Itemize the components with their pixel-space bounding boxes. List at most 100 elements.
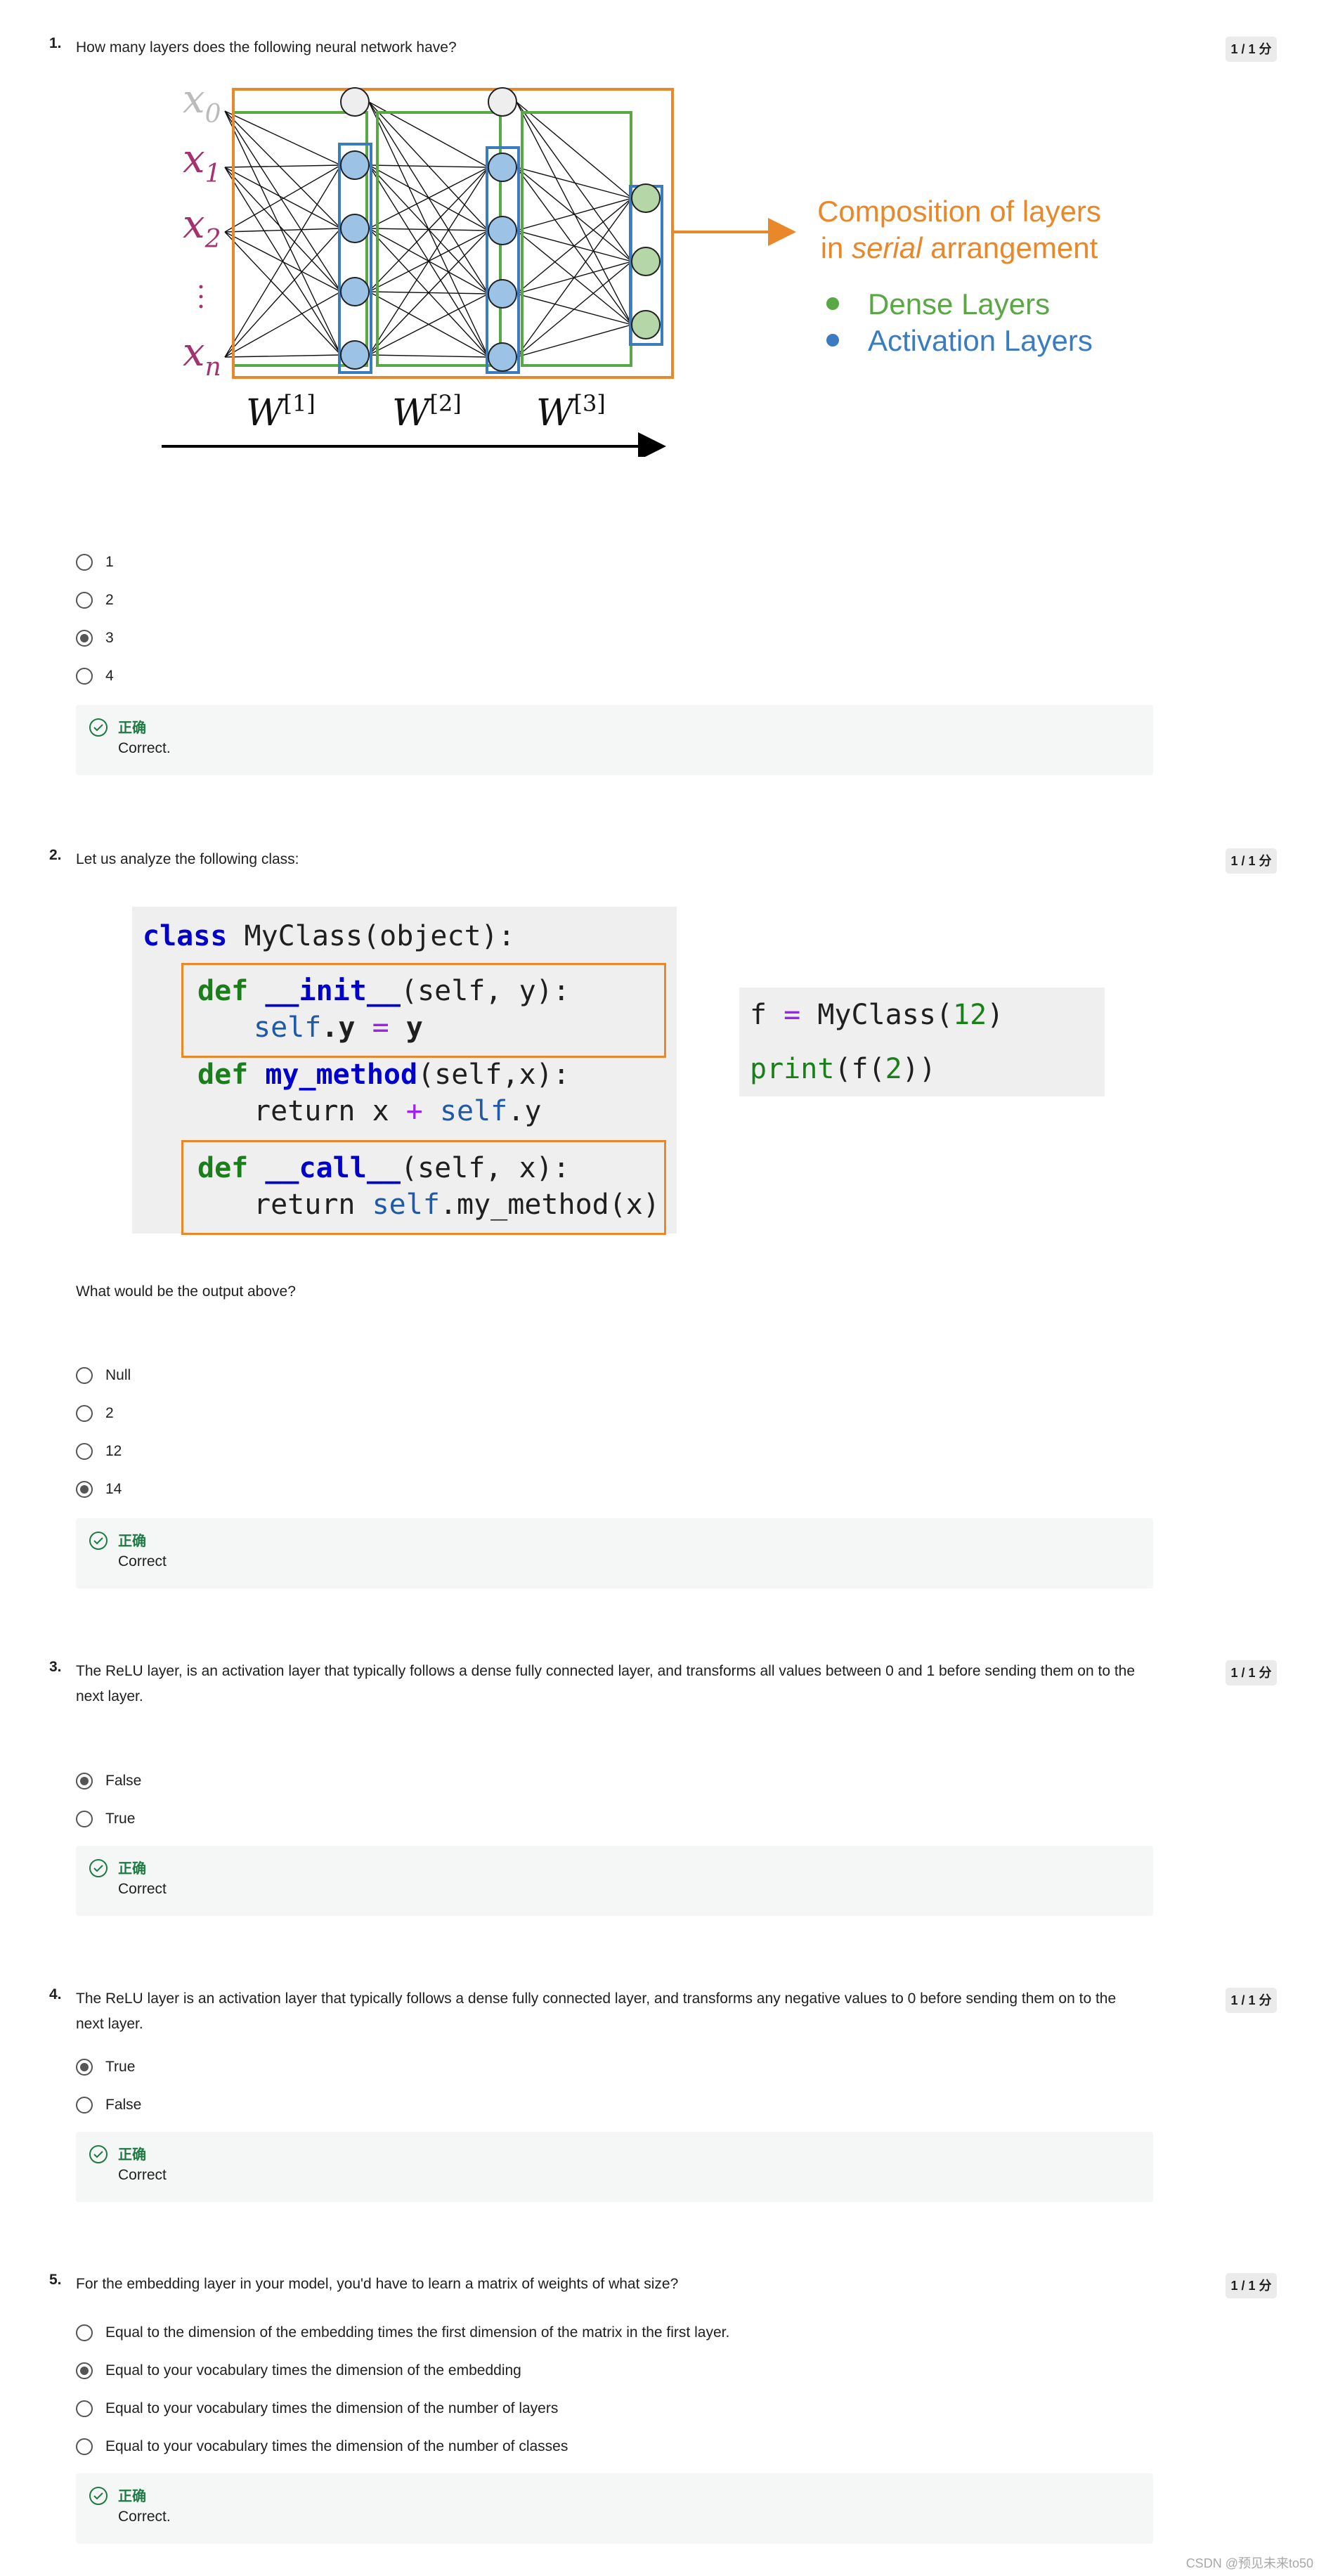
connection-line xyxy=(224,228,342,358)
connection-line xyxy=(516,167,632,199)
option-2[interactable]: 2 xyxy=(76,1399,114,1428)
question-text: For the embedding layer in your model, y… xyxy=(76,2276,679,2292)
feedback-text: Correct xyxy=(118,1553,167,1569)
radio-button[interactable] xyxy=(76,1811,93,1827)
score-badge: 1 / 1 分 xyxy=(1226,2273,1277,2298)
option-12[interactable]: 12 xyxy=(76,1437,122,1465)
connection-line xyxy=(224,167,342,292)
score-badge: 1 / 1 分 xyxy=(1226,848,1277,874)
option-false[interactable]: False xyxy=(76,2091,141,2119)
radio-button-selected[interactable] xyxy=(76,2362,93,2379)
connection-line xyxy=(516,101,632,325)
option-label: 2 xyxy=(105,1405,114,1421)
connection-line xyxy=(368,293,489,356)
connection-line xyxy=(368,167,489,356)
code-line: return x + self.y xyxy=(254,1095,542,1127)
hidden-node xyxy=(340,150,370,180)
feedback-text: Correct xyxy=(118,2167,167,2183)
check-circle-icon xyxy=(89,1859,108,1877)
code-block-class: class MyClass(object): def __init__(self… xyxy=(132,907,677,1235)
hidden-node xyxy=(488,279,517,309)
option-true[interactable]: True xyxy=(76,1805,135,1833)
input-label-x2: x2 xyxy=(183,202,221,254)
legend-activation: Activation Layers xyxy=(868,324,1093,357)
option-1[interactable]: 1 xyxy=(76,548,114,576)
option-label: Equal to your vocabulary times the dimen… xyxy=(105,2400,559,2416)
output-node xyxy=(631,247,661,276)
option-true[interactable]: True xyxy=(76,2053,135,2081)
radio-button-selected[interactable] xyxy=(76,630,93,647)
radio-button-selected[interactable] xyxy=(76,1481,93,1498)
code-line: class MyClass(object): xyxy=(143,920,515,952)
code-line: def my_method(self,x): xyxy=(197,1059,570,1091)
radio-button[interactable] xyxy=(76,1443,93,1460)
output-node xyxy=(631,310,661,339)
code-line: return self.my_method(x) xyxy=(254,1189,660,1221)
option-3[interactable]: 3 xyxy=(76,624,114,652)
option-label: True xyxy=(105,1811,136,1827)
bias-node xyxy=(340,87,370,117)
connection-line xyxy=(368,167,489,229)
option-label: False xyxy=(105,1773,142,1789)
feedback-text: Correct xyxy=(118,1881,167,1897)
code-block-usage: f = MyClass(12) print(f(2)) xyxy=(739,988,1105,1096)
question-text: Let us analyze the following class: xyxy=(76,851,299,867)
feedback-text: Correct. xyxy=(118,2509,171,2525)
question-number: 1. xyxy=(49,35,62,51)
code-line: def __call__(self, x): xyxy=(197,1152,570,1184)
option-null[interactable]: Null xyxy=(76,1361,131,1390)
connection-line xyxy=(224,110,342,356)
option-3[interactable]: Equal to your vocabulary times the dimen… xyxy=(76,2395,558,2423)
radio-button-selected[interactable] xyxy=(76,2059,93,2076)
feedback-box: 正确 Correct xyxy=(76,1846,1153,1916)
radio-button[interactable] xyxy=(76,1367,93,1384)
hidden-node xyxy=(488,153,517,182)
question-number: 4. xyxy=(49,1986,62,2002)
radio-button[interactable] xyxy=(76,2324,93,2341)
caption-line-1: Composition of layers xyxy=(817,195,1101,228)
connection-line xyxy=(516,101,632,199)
question-text: The ReLU layer, is an activation layer t… xyxy=(76,1663,1136,1704)
legend-dot-activation xyxy=(826,334,839,347)
question-number: 2. xyxy=(49,847,62,863)
feedback-title: 正确 xyxy=(118,2147,146,2163)
connection-line xyxy=(368,164,489,168)
radio-button-selected[interactable] xyxy=(76,1773,93,1789)
connection-line xyxy=(368,230,489,356)
feedback-box: 正确 Correct. xyxy=(76,2473,1153,2544)
option-4[interactable]: Equal to your vocabulary times the dimen… xyxy=(76,2433,568,2461)
connection-line xyxy=(224,291,342,358)
code-line: self.y = y xyxy=(254,1011,423,1044)
code-line: print(f(2)) xyxy=(750,1053,936,1085)
option-2[interactable]: Equal to your vocabulary times the dimen… xyxy=(76,2357,521,2385)
radio-button[interactable] xyxy=(76,554,93,571)
radio-button[interactable] xyxy=(76,2438,93,2455)
question-number: 5. xyxy=(49,2272,62,2288)
option-14[interactable]: 14 xyxy=(76,1475,122,1503)
option-label: 12 xyxy=(105,1443,122,1459)
radio-button[interactable] xyxy=(76,2097,93,2114)
option-1[interactable]: Equal to the dimension of the embedding … xyxy=(76,2319,729,2347)
radio-button[interactable] xyxy=(76,1405,93,1422)
question-number: 3. xyxy=(49,1659,62,1675)
input-label-x0: x0 xyxy=(183,77,221,129)
hidden-node xyxy=(340,340,370,370)
radio-button[interactable] xyxy=(76,592,93,609)
option-label: 4 xyxy=(105,668,114,684)
feedback-title: 正确 xyxy=(118,2489,146,2504)
option-2[interactable]: 2 xyxy=(76,586,114,614)
check-circle-icon xyxy=(89,2145,108,2163)
connection-line xyxy=(224,164,342,168)
radio-button[interactable] xyxy=(76,2400,93,2417)
output-node xyxy=(631,183,661,213)
feedback-box: 正确 Correct xyxy=(76,1518,1153,1588)
option-4[interactable]: 4 xyxy=(76,662,114,690)
connection-line xyxy=(224,164,342,233)
check-circle-icon xyxy=(89,2487,108,2505)
score-badge: 1 / 1 分 xyxy=(1226,1988,1277,2013)
weight-label-1: W[1] xyxy=(246,390,316,434)
radio-button[interactable] xyxy=(76,668,93,685)
feedback-title: 正确 xyxy=(118,1534,146,1549)
question-text: The ReLU layer is an activation layer th… xyxy=(76,1991,1117,2032)
option-false[interactable]: False xyxy=(76,1767,141,1795)
